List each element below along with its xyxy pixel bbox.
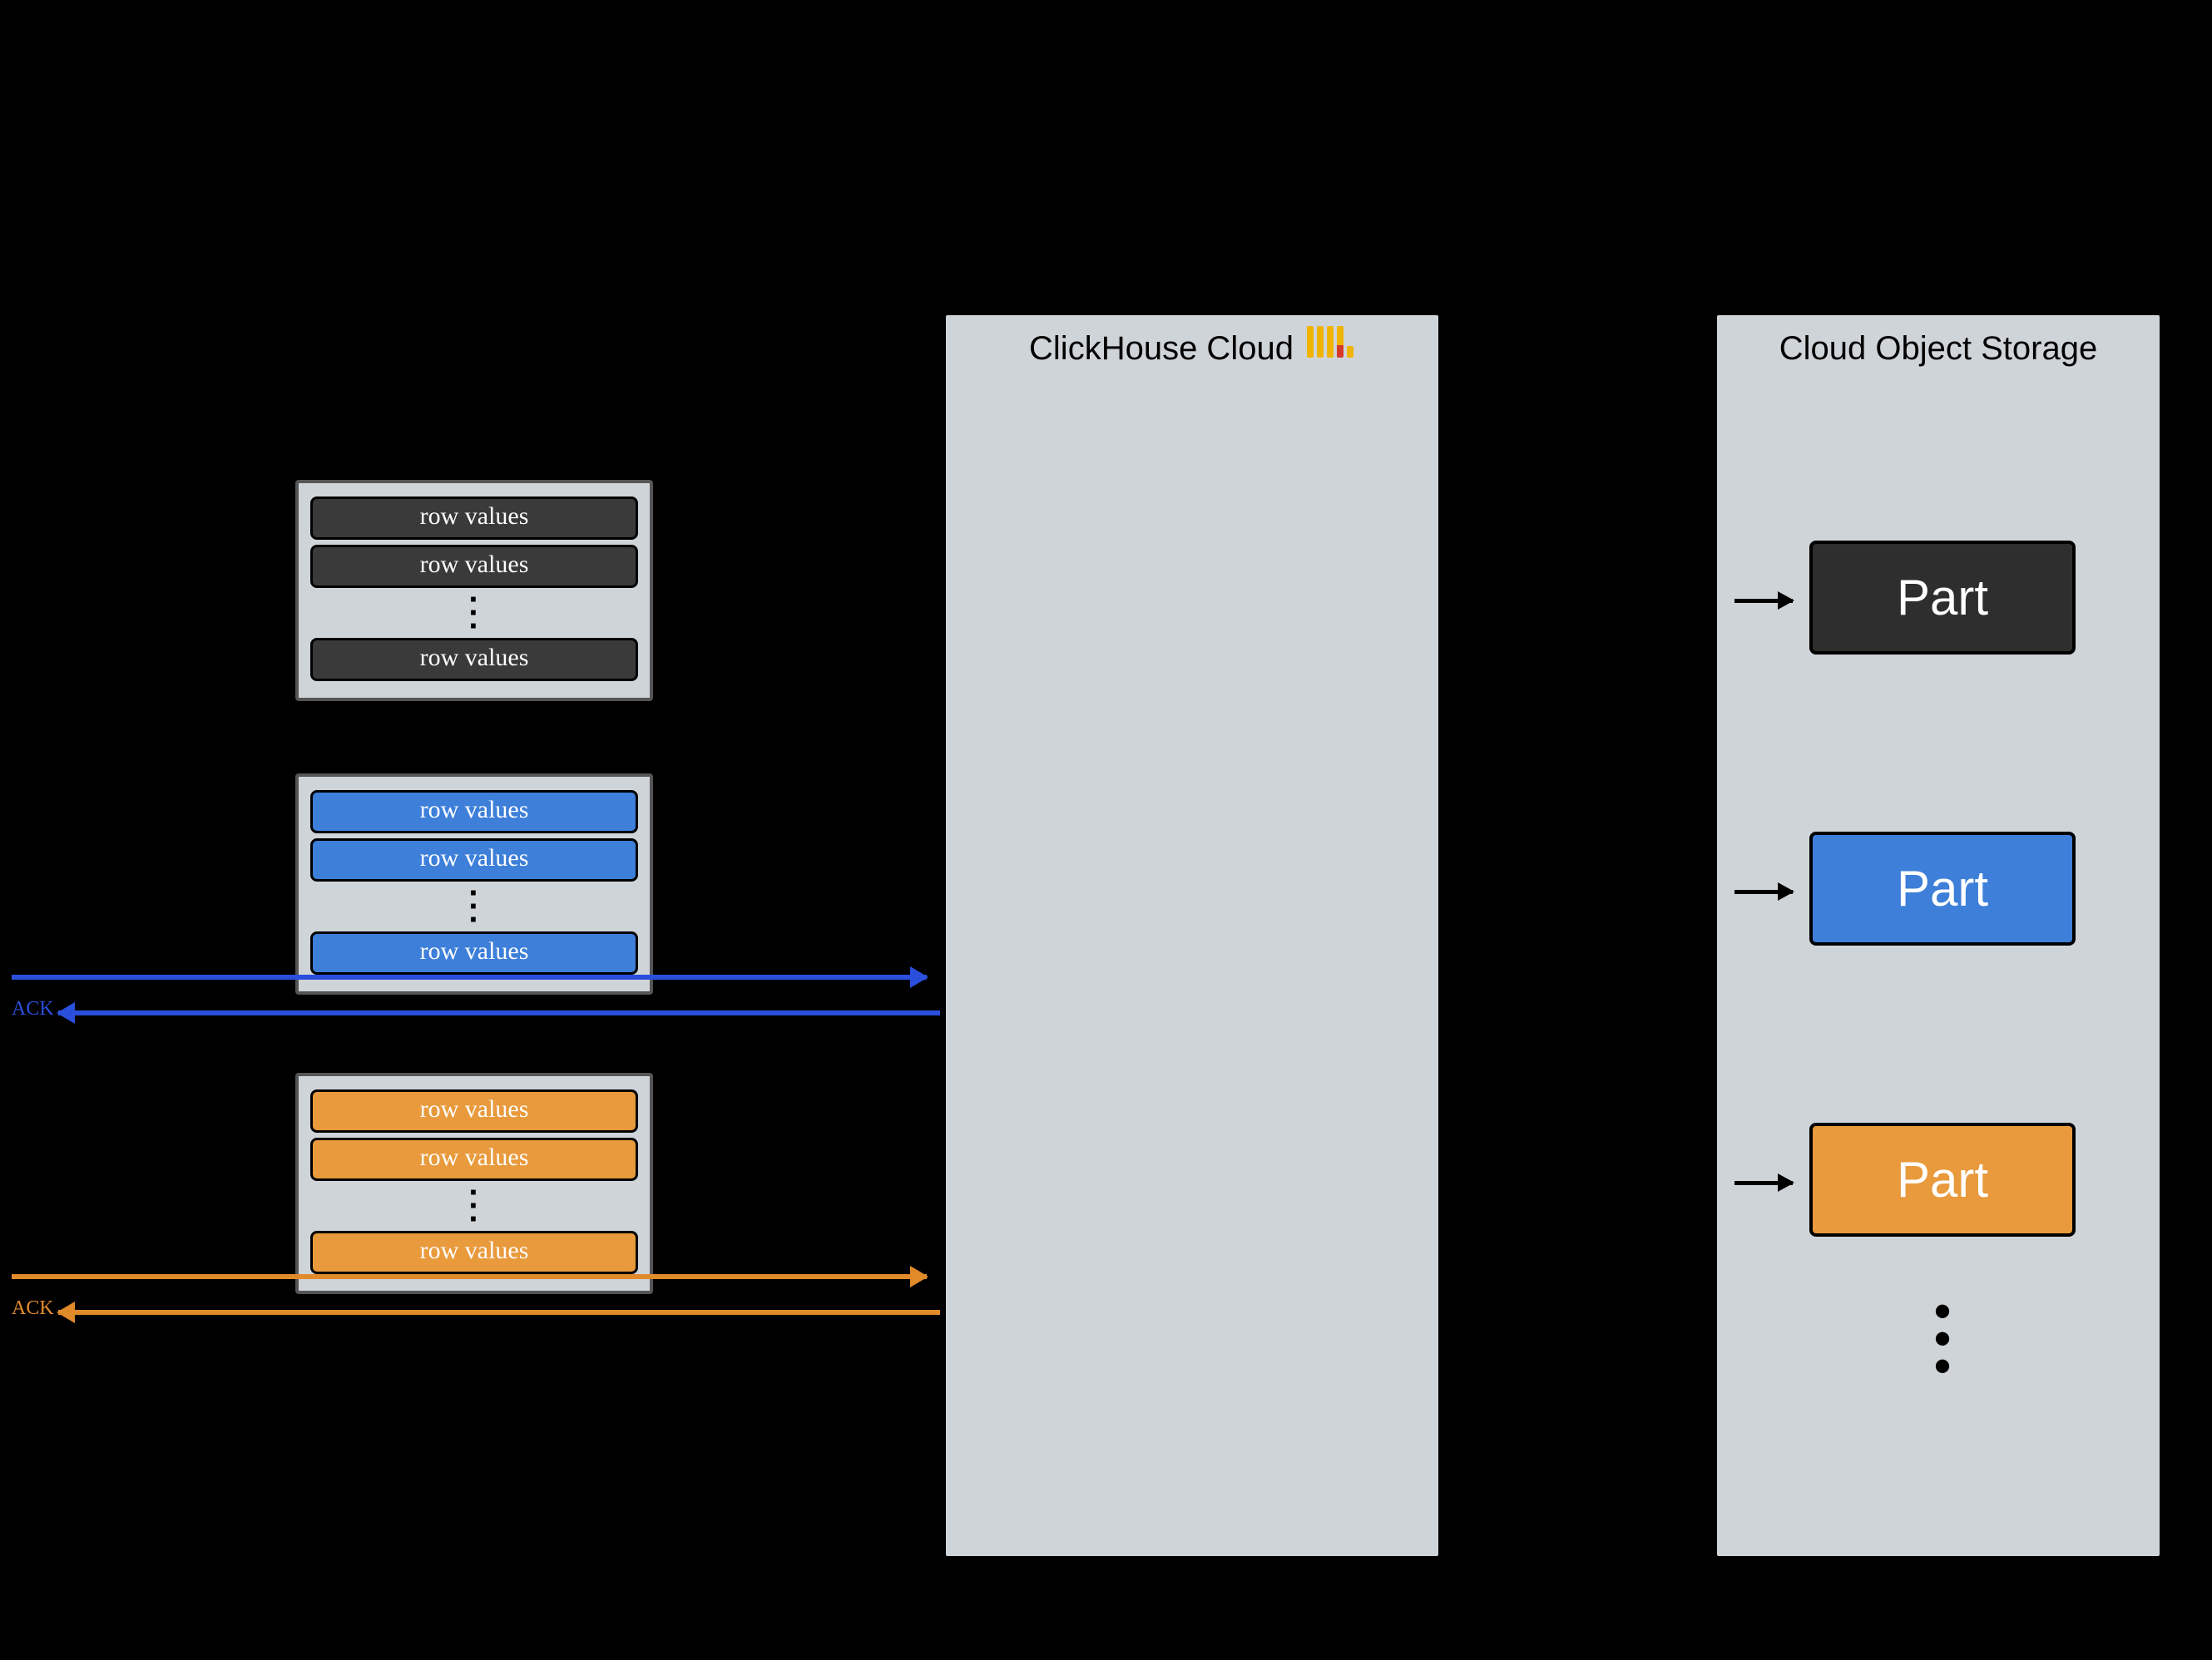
arrow-orange-to-clickhouse bbox=[12, 1274, 927, 1279]
arrow-orange-ack bbox=[58, 1310, 940, 1315]
ack-label-orange: ACK bbox=[12, 1297, 54, 1320]
row-pill: row values bbox=[310, 1089, 638, 1133]
row-pill: row values bbox=[310, 931, 638, 975]
arrow-to-part-blue bbox=[1734, 890, 1793, 894]
clickhouse-title: ClickHouse Cloud bbox=[1029, 315, 1294, 368]
vertical-ellipsis-icon: ··· bbox=[310, 1186, 638, 1226]
arrow-blue-ack bbox=[58, 1010, 940, 1015]
row-pill: row values bbox=[310, 638, 638, 681]
arrow-to-part-dark bbox=[1734, 599, 1793, 603]
arrow-blue-to-clickhouse bbox=[12, 975, 927, 980]
parts-ellipsis-icon: ••• bbox=[1926, 1297, 1959, 1380]
clickhouse-cloud-panel: ClickHouse Cloud bbox=[943, 312, 1442, 1559]
vertical-ellipsis-icon: ··· bbox=[310, 887, 638, 926]
row-pill: row values bbox=[310, 1231, 638, 1274]
row-pill: row values bbox=[310, 497, 638, 540]
batch-blue: row values row values ··· row values bbox=[295, 773, 653, 995]
arrow-to-part-orange bbox=[1734, 1181, 1793, 1185]
part-blue: Part bbox=[1809, 832, 2076, 946]
storage-title: Cloud Object Storage bbox=[1717, 315, 2160, 368]
vertical-ellipsis-icon: ··· bbox=[310, 593, 638, 633]
batch-dark: row values row values ··· row values bbox=[295, 480, 653, 701]
part-orange: Part bbox=[1809, 1123, 2076, 1237]
clickhouse-logo-icon bbox=[1305, 326, 1355, 358]
row-pill: row values bbox=[310, 790, 638, 833]
ack-label-blue: ACK bbox=[12, 998, 54, 1020]
part-dark: Part bbox=[1809, 541, 2076, 655]
batch-orange: row values row values ··· row values bbox=[295, 1073, 653, 1294]
